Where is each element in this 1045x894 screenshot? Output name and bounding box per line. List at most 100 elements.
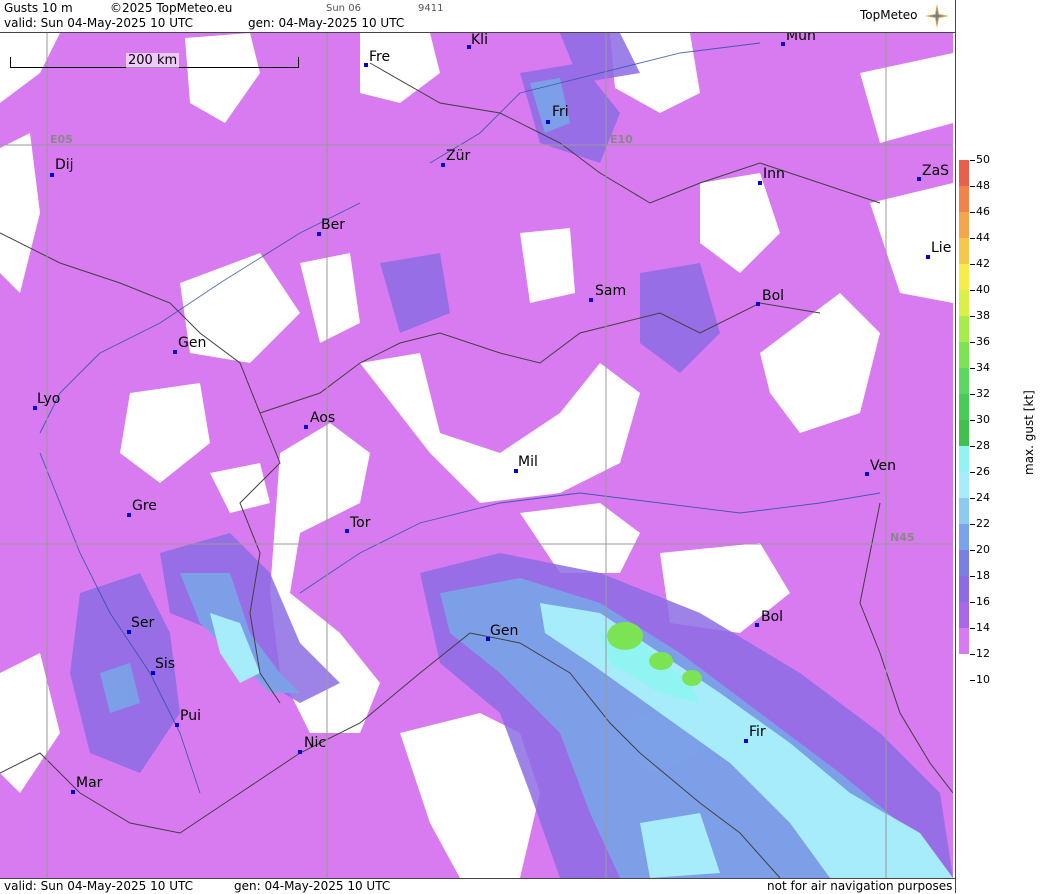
legend-tick [970, 524, 975, 525]
legend-tick-label: 38 [976, 309, 990, 322]
city-label: Zür [446, 148, 471, 164]
city-marker [304, 425, 308, 429]
city-label: Fre [369, 49, 391, 65]
city-marker [71, 790, 75, 794]
city-label: Gen [490, 623, 519, 639]
city-marker [917, 177, 921, 181]
legend-tick-label: 34 [976, 361, 990, 374]
grid-label-n45: N45 [890, 531, 915, 544]
legend-tick-label: 10 [976, 673, 990, 686]
gust-map[interactable]: 200 km E05 E10 N45 Kli Mun Fre Fri Dij Z… [0, 33, 953, 878]
legend-swatch [959, 212, 969, 238]
legend-tick [970, 602, 975, 603]
legend-swatch [959, 524, 969, 550]
compass-logo-icon [925, 4, 949, 28]
legend-tick [970, 368, 975, 369]
map-footer: valid: Sun 04-May-2025 10 UTC gen: 04-Ma… [0, 878, 955, 894]
city-marker [546, 120, 550, 124]
legend-swatch [959, 394, 969, 420]
legend-swatch [959, 446, 969, 472]
legend-tick [970, 576, 975, 577]
id-code: 9411 [418, 3, 444, 14]
legend-tick-label: 14 [976, 621, 990, 634]
legend-tick [970, 394, 975, 395]
legend-tick-label: 42 [976, 257, 990, 270]
scale-label: 200 km [126, 53, 180, 68]
city-label: Sis [155, 656, 176, 672]
legend-tick-label: 26 [976, 465, 990, 478]
legend-title: max. gust [kt] [1022, 390, 1036, 475]
city-label: ZaS [922, 163, 950, 179]
footer-valid-time: valid: Sun 04-May-2025 10 UTC [4, 879, 193, 893]
legend-tick [970, 342, 975, 343]
topmeteo-logo: TopMeteo [860, 8, 918, 22]
city-label: Lie [931, 240, 952, 256]
city-label: Mar [76, 775, 103, 791]
legend-swatch [959, 550, 969, 576]
city-label: Mun [786, 33, 816, 44]
city-label: Nic [304, 735, 327, 751]
city-label: Mil [518, 454, 538, 470]
city-label: Ven [870, 458, 896, 474]
city-marker [345, 529, 349, 533]
legend-tick-label: 28 [976, 439, 990, 452]
gust-field [0, 33, 953, 878]
legend-tick-label: 18 [976, 569, 990, 582]
city-marker [758, 181, 762, 185]
legend-tick [970, 290, 975, 291]
legend-tick [970, 628, 975, 629]
city-marker [298, 750, 302, 754]
city-marker [441, 163, 445, 167]
city-marker [364, 63, 368, 67]
city-marker [175, 723, 179, 727]
legend-swatch [959, 498, 969, 524]
legend-swatch [959, 316, 969, 342]
legend-tick-label: 40 [976, 283, 990, 296]
city-label: Tor [350, 515, 371, 531]
legend-tick-label: 32 [976, 387, 990, 400]
legend-tick-label: 20 [976, 543, 990, 556]
legend-tick [970, 654, 975, 655]
city-label: Ber [321, 217, 345, 233]
legend-tick-label: 46 [976, 205, 990, 218]
legend-tick-label: 12 [976, 647, 990, 660]
legend-swatch [959, 628, 969, 654]
city-marker [781, 42, 785, 46]
grid-label-e10: E10 [610, 133, 633, 146]
city-label: Gen [178, 335, 207, 351]
legend-tick-label: 50 [976, 153, 990, 166]
legend-swatch [959, 290, 969, 316]
legend-tick [970, 550, 975, 551]
city-label: Pui [180, 708, 201, 724]
legend-tick [970, 212, 975, 213]
city-marker [756, 302, 760, 306]
legend-tick-label: 22 [976, 517, 990, 530]
legend-tick [970, 472, 975, 473]
city-label: Inn [763, 166, 785, 182]
city-label: Lyo [37, 391, 61, 407]
legend-tick-label: 48 [976, 179, 990, 192]
footer-disclaimer: not for air navigation purposes [767, 879, 953, 893]
grid-label-e05: E05 [50, 133, 73, 146]
legend-swatch [959, 238, 969, 264]
city-label: Bol [762, 288, 785, 304]
legend-swatch [959, 342, 969, 368]
legend-swatch [959, 160, 969, 186]
legend-tick-label: 24 [976, 491, 990, 504]
legend-swatch [959, 602, 969, 628]
city-label: Sam [595, 283, 627, 299]
legend-swatch [959, 576, 969, 602]
city-label: Aos [310, 410, 336, 426]
city-label: Gre [132, 498, 157, 514]
footer-gen-time: gen: 04-May-2025 10 UTC [234, 879, 391, 893]
legend-tick [970, 498, 975, 499]
legend-tick-label: 16 [976, 595, 990, 608]
city-label: Kli [471, 33, 488, 48]
legend-tick-label: 36 [976, 335, 990, 348]
legend-tick-label: 44 [976, 231, 990, 244]
day-code: Sun 06 [326, 3, 361, 14]
city-label: Ser [131, 615, 155, 631]
city-label: Fri [552, 104, 569, 120]
legend-tick-label: 30 [976, 413, 990, 426]
legend-tick [970, 160, 975, 161]
